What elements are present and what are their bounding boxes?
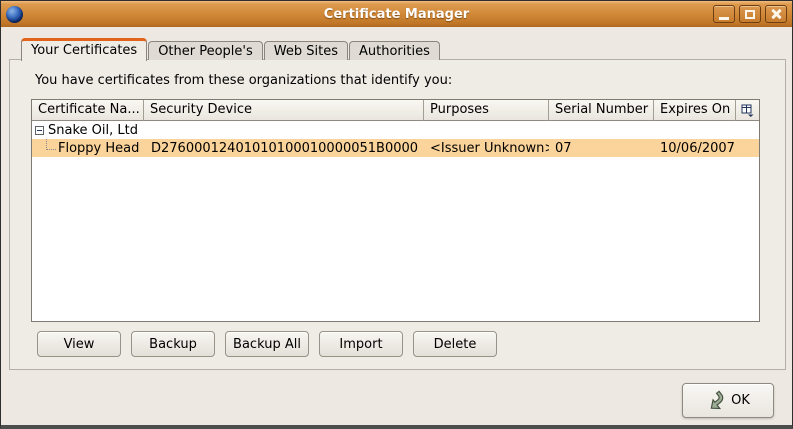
group-name: Snake Oil, Ltd bbox=[48, 123, 138, 138]
cell-security-device: D27600012401010100010000051B0000 bbox=[144, 139, 424, 157]
cell-purposes: <Issuer Unknown> bbox=[424, 139, 549, 157]
table-row-certificate[interactable]: Floppy Head D27600012401010100010000051B… bbox=[32, 139, 759, 157]
column-header-serial-number[interactable]: Serial Number bbox=[549, 100, 654, 121]
certificate-manager-window: Certificate Manager Your Certificates Ot… bbox=[0, 0, 793, 429]
close-button[interactable] bbox=[765, 5, 787, 23]
tab-your-certificates[interactable]: Your Certificates bbox=[21, 38, 147, 61]
delete-button[interactable]: Delete bbox=[413, 331, 497, 357]
cell-expires-on: 10/06/2007 bbox=[654, 139, 736, 157]
serial-number-text: 07 bbox=[555, 141, 572, 156]
close-icon bbox=[770, 8, 782, 20]
column-header-certificate-name[interactable]: Certificate Na... bbox=[32, 100, 144, 121]
column-header-expires-on[interactable]: Expires On bbox=[654, 100, 736, 121]
tab-label: Web Sites bbox=[274, 44, 338, 59]
maximize-button[interactable] bbox=[739, 5, 761, 23]
tab-strip: Your Certificates Other People's Web Sit… bbox=[21, 37, 441, 60]
window-globe-icon bbox=[6, 6, 23, 23]
tree-branch-line bbox=[46, 139, 56, 150]
table-row-group[interactable]: Snake Oil, Ltd bbox=[32, 121, 759, 139]
panel-description: You have certificates from these organiz… bbox=[35, 73, 452, 88]
tab-label: Other People's bbox=[158, 44, 253, 59]
cell-serial-number: 07 bbox=[549, 139, 654, 157]
minimize-button[interactable] bbox=[713, 5, 735, 23]
collapse-expander-icon[interactable] bbox=[35, 126, 44, 135]
titlebar[interactable]: Certificate Manager bbox=[1, 1, 792, 27]
ok-button[interactable]: OK bbox=[682, 383, 774, 418]
import-button[interactable]: Import bbox=[319, 331, 403, 357]
certificate-table: Certificate Na... Security Device Purpos… bbox=[31, 99, 760, 322]
view-button[interactable]: View bbox=[37, 331, 121, 357]
ok-label: OK bbox=[731, 393, 750, 408]
certificate-name-text: Floppy Head bbox=[58, 141, 139, 156]
backup-button[interactable]: Backup bbox=[131, 331, 215, 357]
tab-other-peoples[interactable]: Other People's bbox=[148, 41, 263, 60]
window-title: Certificate Manager bbox=[1, 7, 792, 22]
column-picker-button[interactable] bbox=[736, 100, 759, 121]
tab-label: Your Certificates bbox=[31, 43, 137, 58]
column-picker-icon bbox=[741, 104, 754, 117]
security-device-text: D27600012401010100010000051B0000 bbox=[151, 141, 418, 156]
cell-certificate-name: Floppy Head bbox=[32, 139, 144, 157]
column-header-purposes[interactable]: Purposes bbox=[424, 100, 549, 121]
column-header-security-device[interactable]: Security Device bbox=[144, 100, 424, 121]
minimize-icon bbox=[719, 17, 729, 20]
maximize-icon bbox=[745, 10, 755, 19]
expires-on-text: 10/06/2007 bbox=[660, 141, 735, 156]
window-controls bbox=[713, 5, 787, 23]
tab-web-sites[interactable]: Web Sites bbox=[264, 41, 348, 60]
your-certificates-panel: You have certificates from these organiz… bbox=[9, 59, 786, 370]
tab-label: Authorities bbox=[359, 44, 430, 59]
tab-authorities[interactable]: Authorities bbox=[349, 41, 440, 60]
table-header: Certificate Na... Security Device Purpos… bbox=[32, 100, 759, 121]
action-button-row: View Backup Backup All Import Delete bbox=[37, 331, 497, 357]
ok-arrow-icon bbox=[703, 388, 730, 414]
purposes-text: <Issuer Unknown> bbox=[430, 141, 549, 156]
backup-all-button[interactable]: Backup All bbox=[225, 331, 309, 357]
